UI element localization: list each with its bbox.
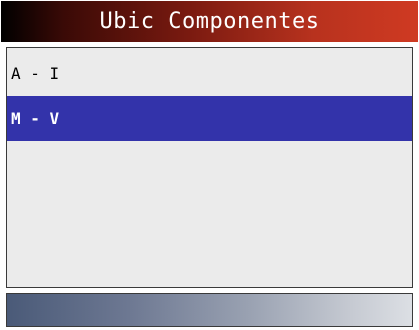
status-bar xyxy=(6,293,413,327)
menu-item-a-i[interactable]: A - I xyxy=(7,51,412,96)
screen-title: Ubic Componentes xyxy=(1,1,418,42)
device-screen: Ubic Componentes A - I M - V xyxy=(0,0,419,330)
menu-item-m-v[interactable]: M - V xyxy=(7,96,412,141)
menu-list: A - I M - V xyxy=(6,47,413,288)
